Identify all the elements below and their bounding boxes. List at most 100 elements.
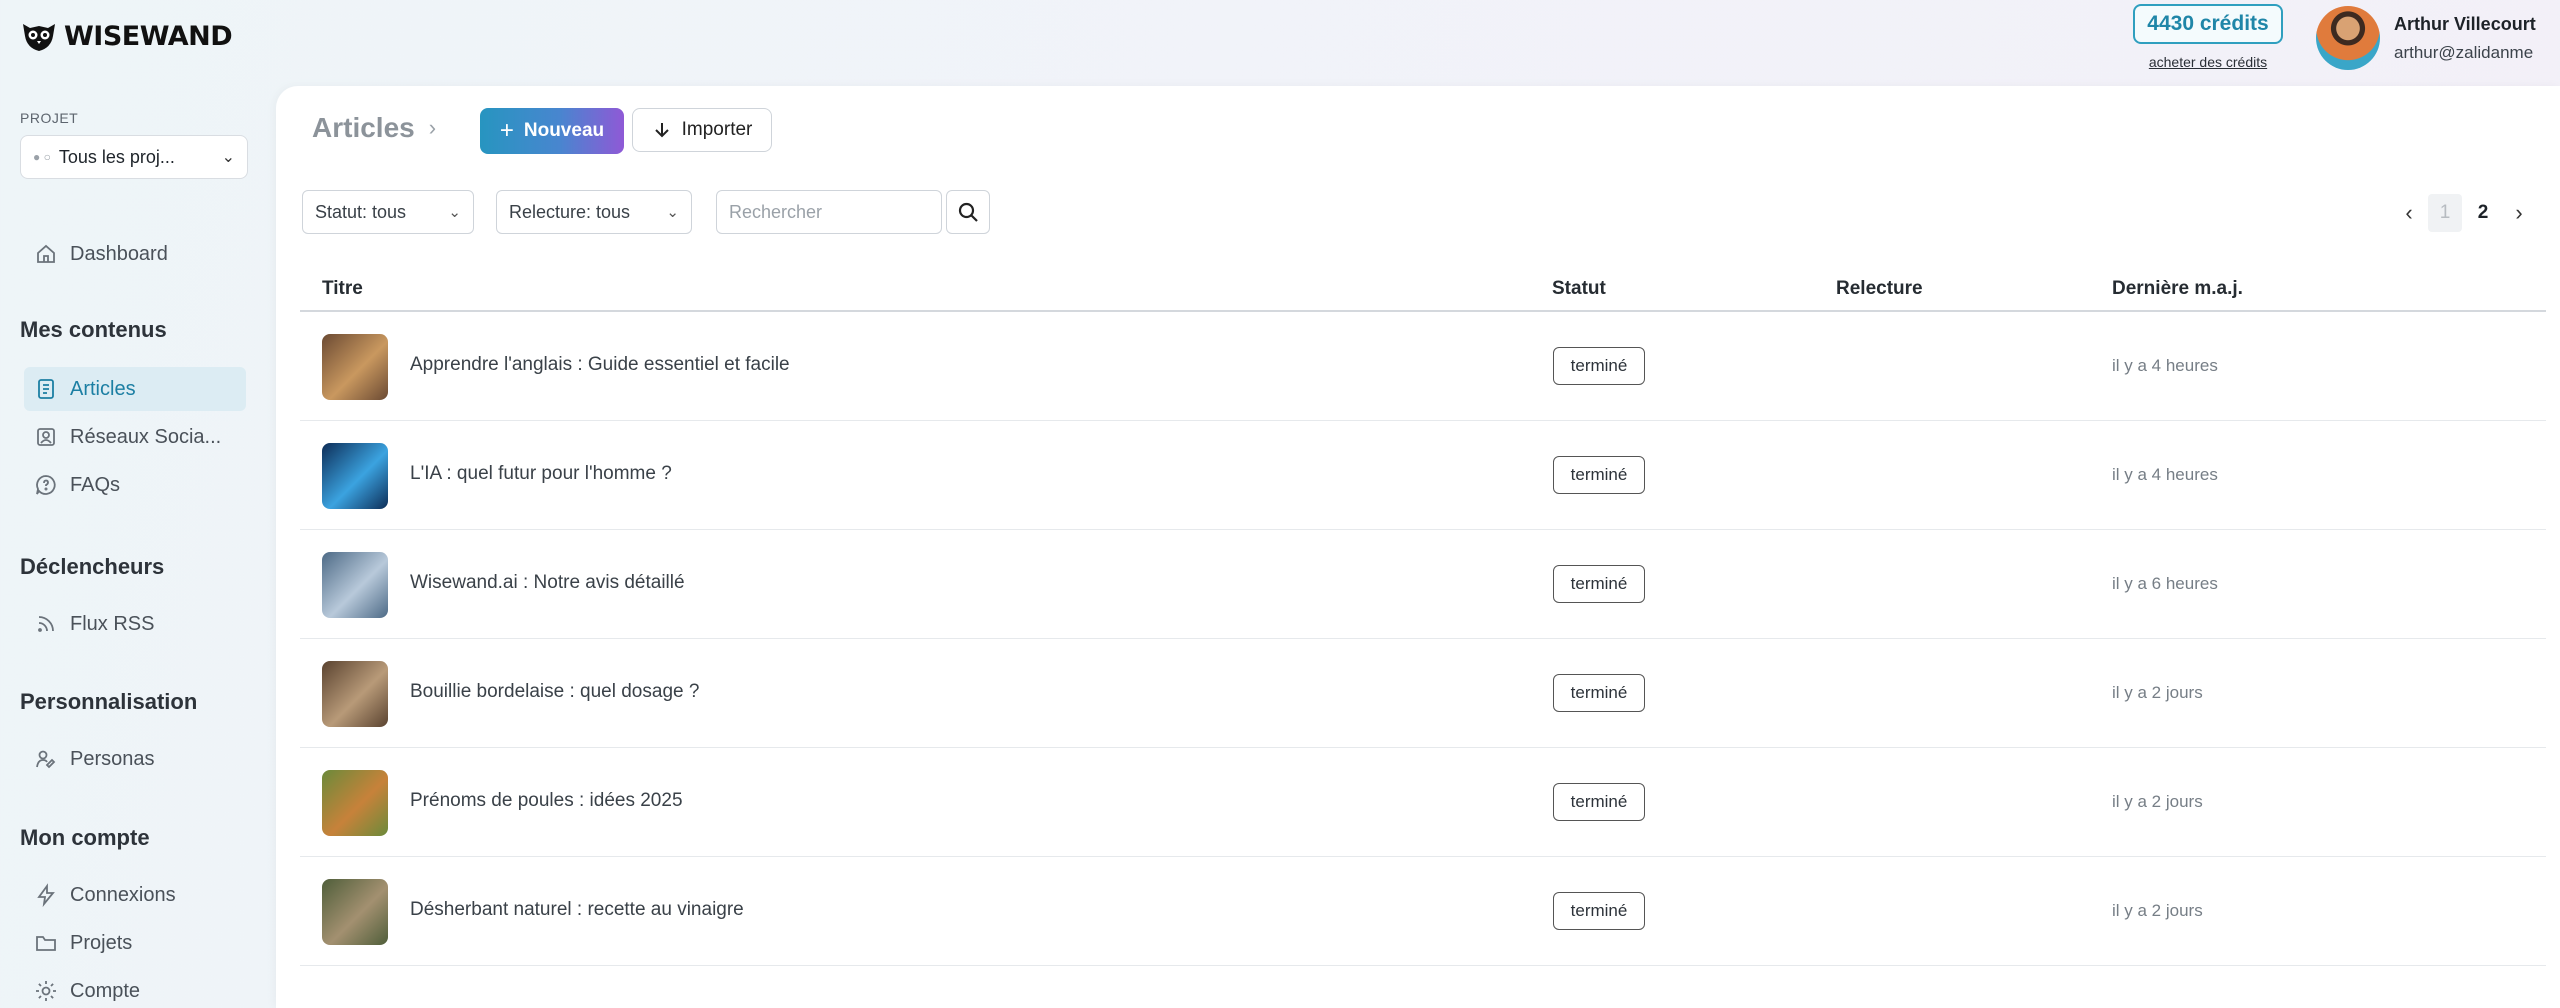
status-badge: terminé — [1553, 892, 1645, 930]
article-thumbnail — [322, 334, 388, 400]
column-header-updated[interactable]: Dernière m.a.j. — [2112, 278, 2243, 300]
sidebar-item-rss[interactable]: Flux RSS — [24, 602, 246, 646]
section-title-triggers: Déclencheurs — [20, 554, 165, 579]
brand-logo[interactable]: WISEWAND — [20, 18, 233, 54]
article-title[interactable]: Désherbant naturel : recette au vinaigre — [410, 899, 744, 921]
article-title[interactable]: L'IA : quel futur pour l'homme ? — [410, 463, 672, 485]
lightning-icon — [37, 883, 55, 907]
last-updated: il y a 4 heures — [2112, 356, 2218, 375]
table-row[interactable]: Wisewand.ai : Notre avis détaillé terminé… — [300, 530, 2546, 639]
owl-logo-icon — [23, 24, 55, 51]
home-icon — [37, 244, 55, 263]
gear-icon — [36, 981, 56, 1001]
status-badge: terminé — [1553, 565, 1645, 603]
status-badge: terminé — [1553, 347, 1645, 385]
import-button-label: Importer — [681, 119, 753, 140]
sidebar-item-label: Articles — [70, 377, 136, 400]
sidebar-item-label: Connexions — [70, 883, 176, 906]
rss-icon — [38, 616, 54, 632]
table-row[interactable]: Prénoms de poules : idées 2025 terminé il … — [300, 748, 2546, 857]
table-row[interactable]: L'IA : quel futur pour l'homme ? terminé i… — [300, 421, 2546, 530]
sidebar-item-dashboard[interactable]: Dashboard — [24, 232, 246, 276]
last-updated: il y a 4 heures — [2112, 465, 2218, 484]
table-row[interactable]: Bouillie bordelaise : quel dosage ? termi… — [300, 639, 2546, 748]
social-profile-icon — [37, 428, 55, 446]
status-filter-select[interactable]: Statut: tous ⌄ — [302, 190, 474, 234]
article-thumbnail — [322, 661, 388, 727]
last-updated: il y a 2 jours — [2112, 683, 2203, 702]
column-header-review[interactable]: Relecture — [1836, 278, 1923, 300]
page-title[interactable]: Articles — [312, 112, 415, 144]
arrow-down-icon — [654, 123, 669, 138]
section-title-account: Mon compte — [20, 825, 150, 850]
new-article-button[interactable]: + Nouveau — [480, 108, 624, 154]
pagination: ‹ 1 2 › — [2394, 194, 2534, 232]
search-input[interactable] — [716, 190, 942, 234]
top-bar: WISEWAND 4430 crédits acheter des crédit… — [0, 0, 2560, 80]
search-button[interactable] — [946, 190, 990, 234]
search-icon — [958, 202, 978, 222]
last-updated: il y a 2 jours — [2112, 792, 2203, 811]
sidebar-item-faqs[interactable]: FAQs — [24, 463, 246, 507]
chevron-left-icon[interactable]: ‹ — [2394, 200, 2424, 226]
project-select[interactable]: ● ○ Tous les proj... ⌄ — [20, 135, 248, 179]
sidebar-item-social[interactable]: Réseaux Socia... — [24, 415, 246, 459]
plus-icon: + — [499, 117, 514, 144]
page-link[interactable]: 2 — [2466, 194, 2500, 232]
article-title[interactable]: Prénoms de poules : idées 2025 — [410, 790, 683, 812]
article-title[interactable]: Apprendre l'anglais : Guide essentiel et… — [410, 354, 790, 376]
column-header-title[interactable]: Titre — [322, 278, 363, 300]
review-filter-value: Relecture: tous — [509, 201, 631, 222]
review-filter-select[interactable]: Relecture: tous ⌄ — [496, 190, 692, 234]
article-title[interactable]: Wisewand.ai : Notre avis détaillé — [410, 572, 685, 594]
article-thumbnail — [322, 443, 388, 509]
chevron-down-icon: ⌄ — [666, 204, 679, 221]
section-title-personalization: Personnalisation — [20, 689, 198, 714]
user-name: Arthur Villecourt — [2394, 14, 2536, 34]
import-button[interactable]: Importer — [632, 108, 772, 152]
project-select-value: Tous les proj... — [58, 146, 175, 167]
project-label: PROJET — [20, 110, 79, 126]
sidebar-item-account[interactable]: Compte — [24, 969, 246, 1008]
question-bubble-icon — [36, 475, 56, 495]
table-row[interactable]: Apprendre l'anglais : Guide essentiel et… — [300, 312, 2546, 421]
sidebar-item-connections[interactable]: Connexions — [24, 873, 246, 917]
article-title[interactable]: Bouillie bordelaise : quel dosage ? — [410, 681, 699, 703]
article-thumbnail — [322, 770, 388, 836]
document-icon — [38, 379, 54, 399]
sidebar-item-label: Projets — [70, 931, 133, 954]
sidebar-item-articles[interactable]: Articles — [24, 367, 246, 411]
table-body: Apprendre l'anglais : Guide essentiel et… — [300, 312, 2546, 966]
page-current[interactable]: 1 — [2428, 194, 2462, 232]
section-title-contents: Mes contenus — [20, 317, 167, 342]
status-badge: terminé — [1553, 456, 1645, 494]
user-info[interactable]: Arthur Villecourt arthur@zalidanme — [2394, 14, 2560, 63]
last-updated: il y a 2 jours — [2112, 901, 2203, 920]
articles-table: Titre Statut Relecture Dernière m.a.j. A… — [300, 262, 2546, 966]
sidebar-item-label: Dashboard — [70, 242, 168, 265]
sidebar-item-label: Compte — [70, 979, 141, 1002]
sidebar-item-label: FAQs — [70, 473, 121, 496]
status-filter-value: Statut: tous — [315, 201, 407, 222]
breadcrumb-separator-icon: › — [428, 115, 437, 140]
user-avatar[interactable] — [2316, 6, 2380, 70]
article-thumbnail — [322, 552, 388, 618]
sidebar-item-projects[interactable]: Projets — [24, 921, 246, 965]
breadcrumb: Articles › — [312, 112, 436, 144]
table-row[interactable]: Désherbant naturel : recette au vinaigre… — [300, 857, 2546, 966]
table-header: Titre Statut Relecture Dernière m.a.j. — [300, 262, 2546, 312]
sidebar-item-personas[interactable]: Personas — [24, 737, 246, 781]
chevron-down-icon: ⌄ — [448, 204, 461, 221]
brand-name: WISEWAND — [64, 20, 233, 52]
folder-icon — [36, 936, 56, 951]
new-button-label: Nouveau — [523, 120, 605, 141]
credits-area: 4430 crédits acheter des crédits — [2126, 4, 2290, 70]
main-panel: Articles › + Nouveau Importer Statut: to… — [276, 86, 2560, 1008]
article-thumbnail — [322, 879, 388, 945]
chevron-right-icon[interactable]: › — [2504, 200, 2534, 226]
chevron-down-icon: ⌄ — [221, 149, 235, 166]
column-header-status[interactable]: Statut — [1552, 278, 1606, 300]
sidebar-item-label: Réseaux Socia... — [70, 425, 222, 448]
credits-badge[interactable]: 4430 crédits — [2133, 4, 2283, 44]
buy-credits-link[interactable]: acheter des crédits — [2126, 54, 2290, 70]
